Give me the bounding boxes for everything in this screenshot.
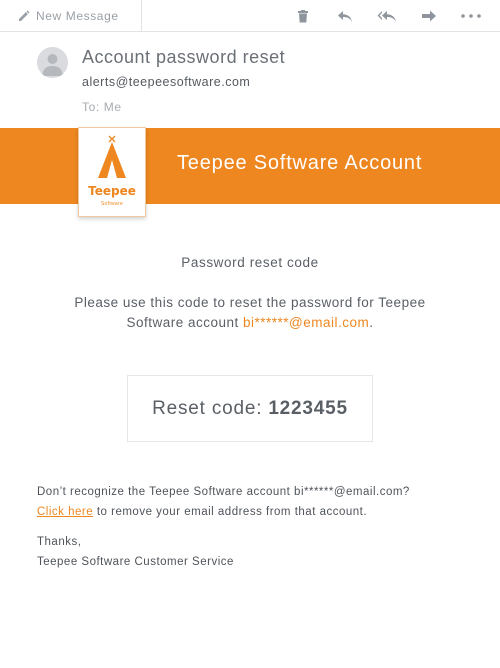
reply-icon[interactable] [335,6,355,26]
logo-name: Teepee [88,184,136,198]
logo-tagline: Software [100,201,124,207]
new-message-button[interactable]: New Message [0,0,142,32]
reset-code-value: 1223455 [268,397,348,419]
new-message-label: New Message [36,9,119,23]
reset-code-label: Reset code: [152,397,263,419]
reply-all-icon[interactable] [377,6,397,26]
teepee-tent-icon [98,135,126,178]
email-toolbar: New Message [0,0,500,32]
reset-heading: Password reset code [181,255,319,270]
reset-code-box: Reset code: 1223455 [127,375,373,442]
pencil-icon [19,10,30,21]
instructions-text: Please use this code to reset the passwo… [55,293,445,333]
person-icon [42,54,63,76]
signature-text: Teepee Software Customer Service [37,556,234,568]
company-logo: Teepee Software [78,127,146,217]
instructions-suffix: . [369,315,374,330]
recipient-line: To: Me [82,100,122,114]
sender-avatar [37,47,68,78]
sender-address[interactable]: alerts@teepeesoftware.com [82,75,250,89]
forward-icon[interactable] [419,6,439,26]
thanks-text: Thanks, [37,536,82,548]
masked-email-link[interactable]: bi******@email.com [243,315,369,330]
banner-title: Teepee Software Account [177,152,423,174]
more-icon[interactable] [461,6,481,26]
trash-icon[interactable] [293,6,313,26]
link-suffix-text: to remove your email address from that a… [93,506,368,518]
click-here-link[interactable]: Click here [37,506,93,518]
email-subject: Account password reset [82,47,286,67]
unrecognized-account-notice: Don’t recognize the Teepee Software acco… [37,482,467,522]
unrecognized-text: Don’t recognize the Teepee Software acco… [37,486,410,498]
